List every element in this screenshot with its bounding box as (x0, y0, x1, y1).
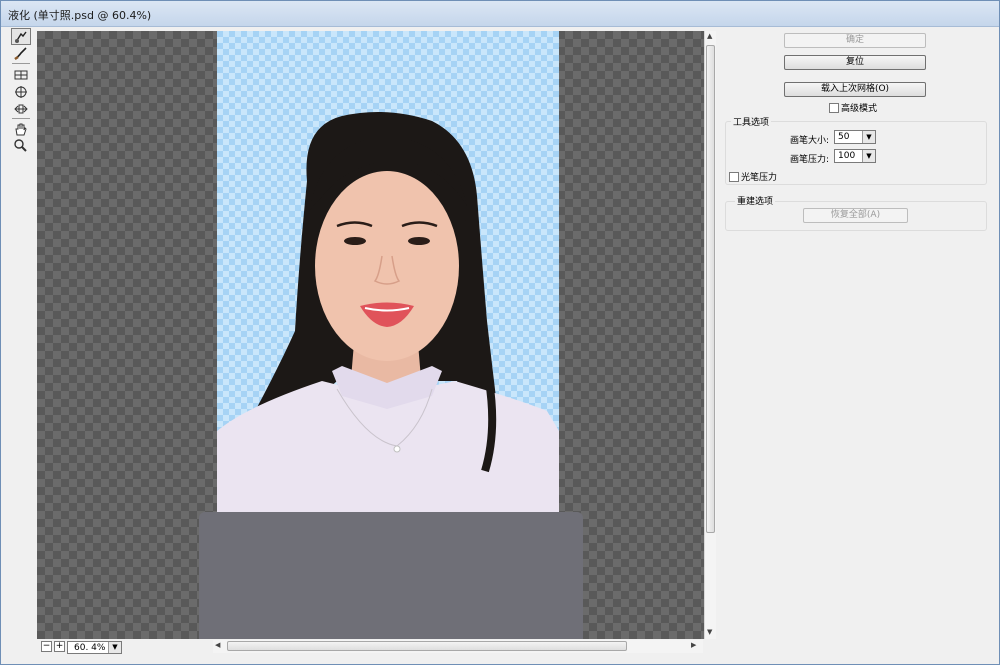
liquify-window: 液化 (单寸照.psd @ 60.4%) ▲ ▼ − + 60. 4% ▼ ◀ … (0, 0, 1000, 665)
tool-separator (12, 63, 30, 64)
options-panel: 确定 复位 载入上次网格(O) 高级模式 工具选项 画笔大小: 50 ▼ 画笔压… (719, 31, 989, 651)
reconstruct-options-title: 重建选项 (735, 194, 776, 207)
scroll-left-icon[interactable]: ◀ (215, 641, 220, 649)
forward-warp-tool-icon[interactable] (11, 28, 31, 45)
zoom-in-button[interactable]: + (54, 641, 65, 652)
stylus-pressure-checkbox[interactable]: 光笔压力 (729, 170, 777, 183)
horizontal-scrollbar[interactable]: ◀ ▶ (213, 640, 703, 653)
pucker-tool-icon[interactable] (11, 66, 31, 83)
scroll-up-icon[interactable]: ▲ (707, 32, 712, 40)
zoom-tool-icon[interactable] (11, 136, 31, 153)
load-last-mesh-button[interactable]: 载入上次网格(O) (784, 82, 926, 97)
checkbox-box[interactable] (829, 102, 839, 113)
portrait-image (217, 112, 559, 512)
tool-column (9, 28, 35, 153)
zoom-out-button[interactable]: − (41, 641, 52, 652)
checkbox-box[interactable] (729, 171, 739, 182)
brush-size-value: 50 (838, 132, 850, 142)
restore-all-button[interactable]: 恢复全部(A) (803, 208, 908, 223)
brush-size-dropdown-icon[interactable]: ▼ (862, 131, 875, 143)
title-bar: 液化 (单寸照.psd @ 60.4%) (1, 1, 999, 27)
brush-pressure-field[interactable]: 100 ▼ (834, 149, 876, 163)
tool-options-title: 工具选项 (731, 115, 772, 128)
zoom-dropdown-icon[interactable]: ▼ (108, 642, 121, 653)
advanced-mode-label: 高级模式 (841, 104, 878, 114)
hand-tool-icon[interactable] (11, 120, 31, 137)
horizontal-scroll-thumb[interactable] (227, 641, 627, 651)
reconstruct-tool-icon[interactable] (11, 45, 31, 62)
push-left-tool-icon[interactable] (11, 100, 31, 117)
stylus-pressure-label: 光笔压力 (741, 173, 778, 183)
tool-separator (12, 118, 30, 119)
scroll-right-icon[interactable]: ▶ (691, 641, 696, 649)
scroll-down-icon[interactable]: ▼ (707, 628, 712, 636)
bloat-tool-icon[interactable] (11, 83, 31, 100)
brush-pressure-value: 100 (838, 151, 856, 161)
window-title: 液化 (单寸照.psd @ 60.4%) (8, 9, 152, 22)
reset-button[interactable]: 复位 (784, 55, 926, 70)
brush-size-field[interactable]: 50 ▼ (834, 130, 876, 144)
brush-pressure-dropdown-icon[interactable]: ▼ (862, 150, 875, 162)
brush-size-label: 画笔大小: (790, 136, 830, 146)
advanced-mode-checkbox[interactable]: 高级模式 (829, 101, 877, 114)
preview-canvas[interactable] (37, 31, 704, 639)
preview-status-bar: − + 60. 4% ▼ ◀ ▶ (37, 639, 716, 654)
zoom-level-value: 60. 4% (74, 643, 106, 653)
vertical-scrollbar[interactable]: ▲ ▼ (704, 31, 716, 639)
vertical-scroll-thumb[interactable] (706, 45, 715, 533)
brush-pressure-label: 画笔压力: (790, 155, 830, 165)
ok-button[interactable]: 确定 (784, 33, 926, 48)
